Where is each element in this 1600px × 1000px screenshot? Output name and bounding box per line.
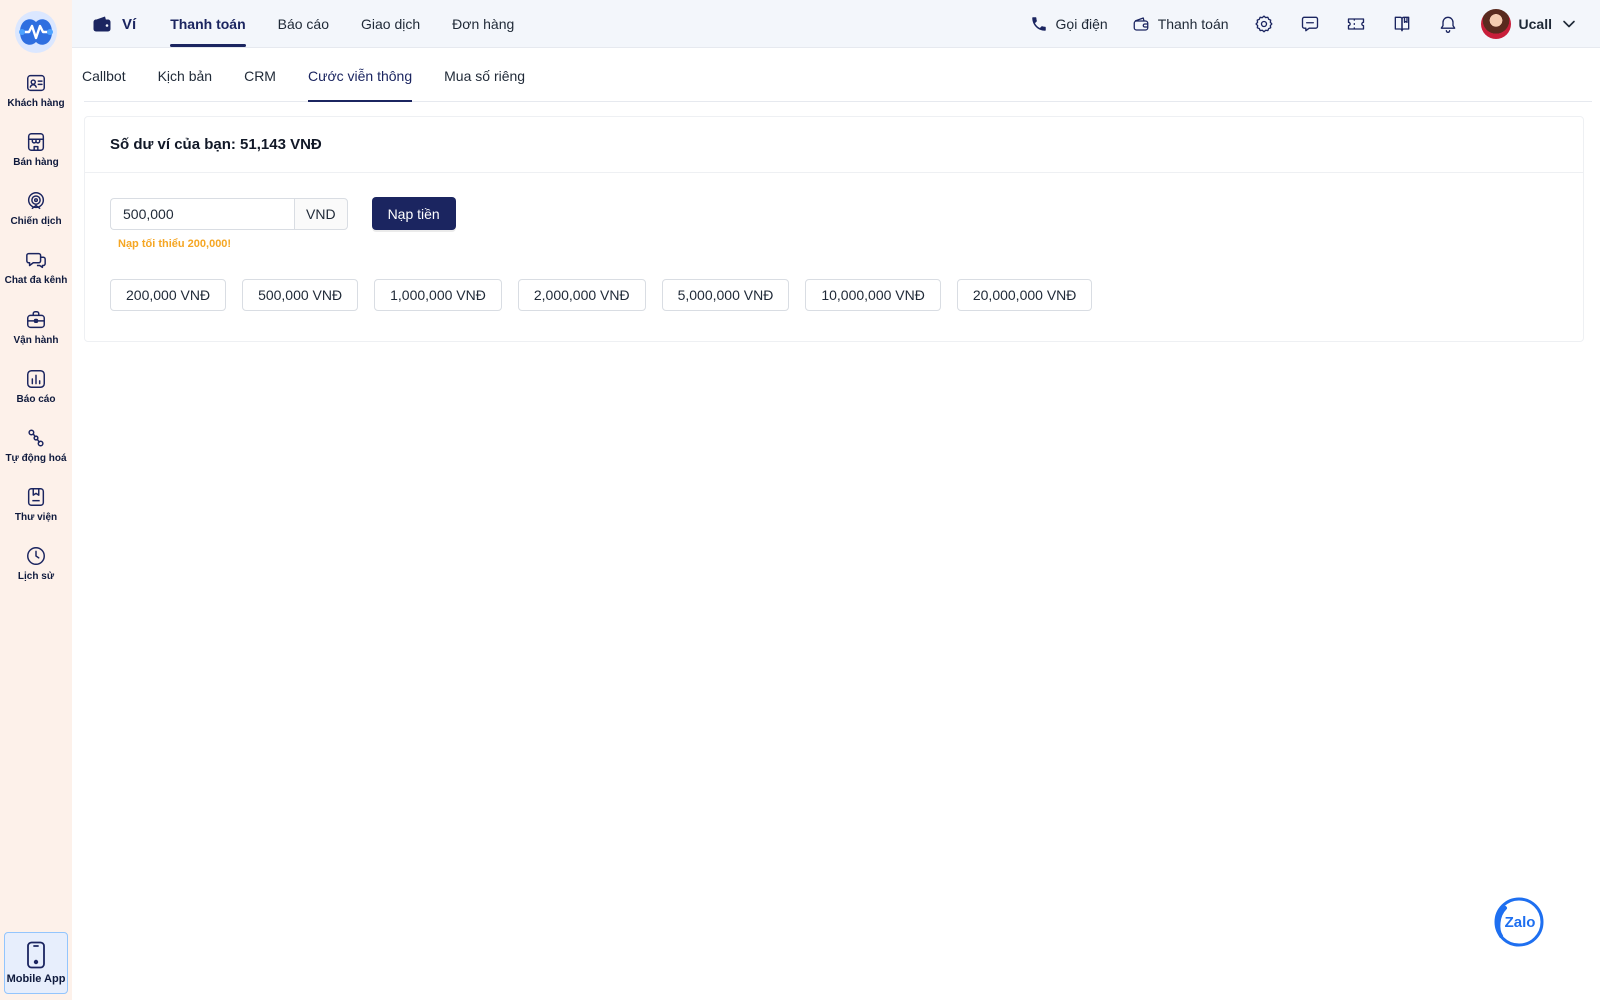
sidebar: Khách hàng Bán hàng Chiến dịch Chat đa k… xyxy=(0,0,72,1000)
ticket-icon xyxy=(1347,18,1364,30)
sidebar-item-label: Chat đa kênh xyxy=(4,275,68,286)
clock-icon xyxy=(27,547,45,565)
preset-2m-button[interactable]: 2,000,000 VNĐ xyxy=(517,279,646,311)
sidebar-item-khach-hang[interactable]: Khách hàng xyxy=(0,72,72,128)
sidebar-item-label: Tự động hoá xyxy=(5,453,67,464)
phone-icon xyxy=(1031,17,1046,31)
user-name: Ucall xyxy=(1518,16,1552,32)
user-menu[interactable]: Ucall xyxy=(1480,9,1576,39)
message-icon xyxy=(1301,16,1318,32)
chat-bubbles-icon xyxy=(26,252,46,269)
tab-kich-ban[interactable]: Kịch bản xyxy=(158,51,212,101)
bell-icon xyxy=(1440,16,1455,33)
call-button[interactable]: Gọi điện xyxy=(1030,15,1108,33)
tab-crm[interactable]: CRM xyxy=(244,51,276,101)
sidebar-item-van-hanh[interactable]: Vận hành xyxy=(0,309,72,365)
bar-chart-icon xyxy=(27,370,45,388)
sidebar-item-bao-cao[interactable]: Báo cáo xyxy=(0,368,72,424)
bookmark-book-icon xyxy=(27,488,45,506)
topup-button[interactable]: Nạp tiền xyxy=(371,197,456,230)
top-tab-thanh-toan[interactable]: Thanh toán xyxy=(170,0,247,48)
target-icon xyxy=(27,192,45,210)
preset-500k-button[interactable]: 500,000 VNĐ xyxy=(242,279,359,311)
book-icon xyxy=(1394,16,1409,32)
guide-button[interactable] xyxy=(1391,13,1413,35)
workflow-icon xyxy=(28,429,44,447)
ticket-button[interactable] xyxy=(1345,13,1367,35)
sidebar-item-chien-dich[interactable]: Chiến dịch xyxy=(0,190,72,246)
preset-5m-button[interactable]: 5,000,000 VNĐ xyxy=(661,279,790,311)
sidebar-item-label: Chiến dịch xyxy=(10,216,62,227)
currency-addon: VND xyxy=(294,197,348,230)
tab-cuoc-vien-thong[interactable]: Cước viễn thông xyxy=(307,51,413,102)
wallet-outline-icon xyxy=(1133,17,1149,31)
amount-row: VND Nạp tiền xyxy=(110,197,456,230)
gear-icon xyxy=(1254,15,1273,33)
wallet-brand-label: Ví xyxy=(122,15,137,33)
avatar xyxy=(1480,9,1511,39)
preset-200k-button[interactable]: 200,000 VNĐ xyxy=(110,279,227,311)
call-label: Gọi điện xyxy=(1055,16,1108,32)
chevron-down-icon xyxy=(1563,20,1575,28)
sidebar-item-lich-su[interactable]: Lịch sử xyxy=(0,545,72,601)
tab-mua-so-rieng[interactable]: Mua số riêng xyxy=(444,51,525,101)
mobile-app-button[interactable]: Mobile App xyxy=(4,932,68,994)
wallet-balance: Số dư ví của bạn: 51,143 VNĐ xyxy=(85,117,1583,173)
topup-amount-input[interactable] xyxy=(110,197,294,230)
notifications-button[interactable] xyxy=(1437,13,1459,35)
payment-button[interactable]: Thanh toán xyxy=(1132,15,1229,33)
contact-card-icon xyxy=(27,74,45,92)
sidebar-item-label: Khách hàng xyxy=(7,98,65,109)
mobile-app-label: Mobile App xyxy=(6,973,66,985)
top-nav-left: Ví Thanh toán Báo cáo Giao dịch Đơn hàng xyxy=(92,0,546,48)
min-topup-hint: Nạp tối thiểu 200,000! xyxy=(118,238,232,250)
preset-10m-button[interactable]: 10,000,000 VNĐ xyxy=(805,279,941,311)
top-nav-right: Gọi điện Thanh toán Ucall xyxy=(1030,0,1576,48)
preset-20m-button[interactable]: 20,000,000 VNĐ xyxy=(956,279,1093,311)
zalo-label: Zalo xyxy=(1505,914,1536,931)
tab-callbot[interactable]: Callbot xyxy=(82,51,126,101)
sidebar-item-ban-hang[interactable]: Bán hàng xyxy=(0,131,72,187)
wallet-icon xyxy=(93,16,111,32)
top-navbar: Ví Thanh toán Báo cáo Giao dịch Đơn hàng… xyxy=(72,0,1600,48)
zalo-chat-button[interactable]: Zalo xyxy=(1493,896,1545,948)
smartphone-icon xyxy=(27,941,45,969)
payment-label: Thanh toán xyxy=(1157,16,1229,32)
sidebar-item-chat-da-kenh[interactable]: Chat đa kênh xyxy=(0,249,72,305)
wallet-brand[interactable]: Ví xyxy=(92,14,136,34)
messages-button[interactable] xyxy=(1299,13,1321,35)
service-tabs: Callbot Kịch bản CRM Cước viễn thông Mua… xyxy=(82,51,1592,102)
top-tab-bao-cao[interactable]: Báo cáo xyxy=(278,0,329,48)
top-tab-giao-dich[interactable]: Giao dịch xyxy=(361,0,420,48)
sidebar-item-label: Báo cáo xyxy=(16,394,56,405)
settings-button[interactable] xyxy=(1253,13,1275,35)
sidebar-item-label: Thư viện xyxy=(14,512,58,523)
preset-1m-button[interactable]: 1,000,000 VNĐ xyxy=(374,279,502,311)
sidebar-item-thu-vien[interactable]: Thư viện xyxy=(0,486,72,542)
briefcase-icon xyxy=(27,311,45,329)
wallet-topup-card: Số dư ví của bạn: 51,143 VNĐ VND Nạp tiề… xyxy=(84,116,1584,342)
top-tab-don-hang[interactable]: Đơn hàng xyxy=(452,0,514,48)
preset-amounts: 200,000 VNĐ 500,000 VNĐ 1,000,000 VNĐ 2,… xyxy=(110,279,1108,311)
storefront-icon xyxy=(27,133,45,151)
sidebar-item-label: Bán hàng xyxy=(13,157,59,168)
ucall-logo-icon[interactable] xyxy=(14,10,58,54)
sidebar-item-label: Vận hành xyxy=(13,335,59,346)
sidebar-item-label: Lịch sử xyxy=(17,571,55,582)
sidebar-item-tu-dong-hoa[interactable]: Tự động hoá xyxy=(0,427,72,483)
